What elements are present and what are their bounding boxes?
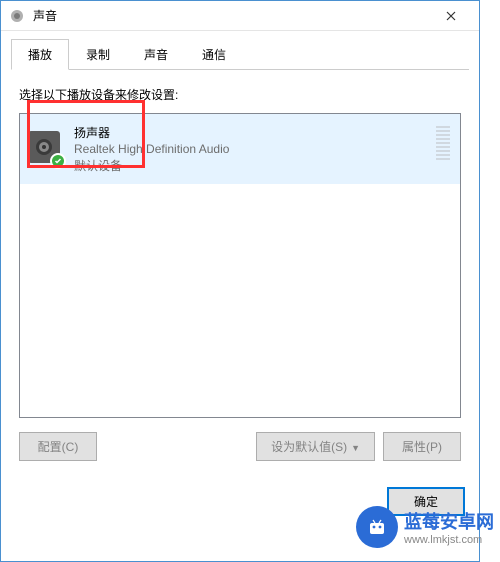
- tab-label: 通信: [202, 48, 226, 62]
- watermark-logo-icon: [356, 506, 398, 548]
- sound-dialog: 声音 播放 录制 声音 通信 选择以下播放设备来修改设置:: [0, 0, 480, 562]
- tab-label: 声音: [144, 48, 168, 62]
- button-label: 属性(P): [402, 440, 442, 454]
- close-button[interactable]: [431, 2, 471, 30]
- tab-sounds[interactable]: 声音: [127, 39, 185, 70]
- device-list[interactable]: 扬声器 Realtek High Definition Audio 默认设备: [19, 113, 461, 418]
- watermark-text: 蓝莓安卓网 www.lmkjst.com: [404, 508, 494, 546]
- tab-label: 录制: [86, 48, 110, 62]
- tab-strip: 播放 录制 声音 通信: [1, 31, 479, 70]
- watermark: 蓝莓安卓网 www.lmkjst.com: [356, 506, 494, 548]
- tab-recording[interactable]: 录制: [69, 39, 127, 70]
- tab-communications[interactable]: 通信: [185, 39, 243, 70]
- configure-button[interactable]: 配置(C): [19, 432, 97, 461]
- tab-label: 播放: [28, 48, 52, 62]
- chevron-down-icon: ▼: [351, 443, 360, 453]
- window-title: 声音: [33, 7, 431, 24]
- action-buttons: 配置(C) 设为默认值(S) ▼ 属性(P): [19, 432, 461, 461]
- level-meter: [436, 126, 450, 162]
- device-status: 默认设备: [74, 157, 229, 174]
- watermark-title: 蓝莓安卓网: [404, 508, 494, 534]
- set-default-button[interactable]: 设为默认值(S) ▼: [256, 432, 375, 461]
- default-check-icon: [50, 153, 66, 169]
- device-name: 扬声器: [74, 124, 229, 141]
- properties-button[interactable]: 属性(P): [383, 432, 461, 461]
- tab-playback[interactable]: 播放: [11, 39, 69, 70]
- watermark-url: www.lmkjst.com: [404, 534, 494, 546]
- device-item[interactable]: 扬声器 Realtek High Definition Audio 默认设备: [20, 114, 460, 184]
- device-description: Realtek High Definition Audio: [74, 142, 229, 156]
- device-text: 扬声器 Realtek High Definition Audio 默认设备: [74, 124, 229, 174]
- button-label: 设为默认值(S): [271, 440, 347, 454]
- tab-content: 选择以下播放设备来修改设置: 扬声器 Realtek High Definiti…: [1, 70, 479, 477]
- instruction-text: 选择以下播放设备来修改设置:: [19, 86, 461, 103]
- titlebar: 声音: [1, 1, 479, 31]
- sound-icon: [9, 8, 25, 24]
- button-label: 配置(C): [38, 440, 79, 454]
- spacer: [105, 432, 248, 461]
- device-icon-wrap: [28, 131, 64, 167]
